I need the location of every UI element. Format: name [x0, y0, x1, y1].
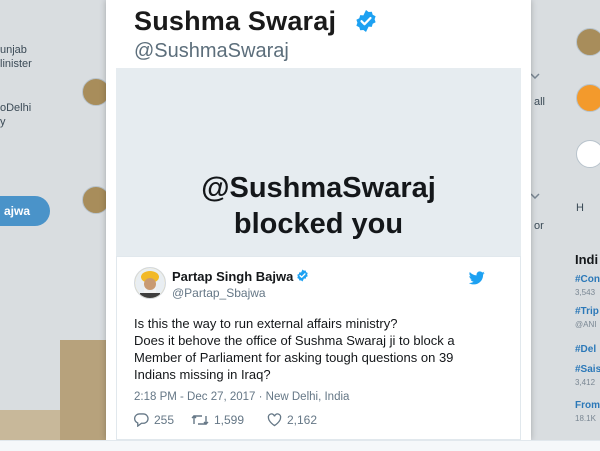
tweet-text-line: Indians missing in Iraq?: [134, 367, 271, 382]
bg-text: y: [0, 116, 6, 128]
like-button[interactable]: 2,162: [267, 413, 317, 427]
trend-count: 3,543: [575, 288, 596, 297]
trend-item[interactable]: #Del: [575, 344, 596, 355]
tweet-text-line: Member of Parliament for asking tough qu…: [134, 350, 454, 365]
reply-button[interactable]: 255: [134, 413, 174, 427]
bottom-strip: [0, 440, 600, 451]
background-left-column: unjab linister oDelhi y ajwa: [0, 0, 110, 450]
bg-text: oDelhi: [0, 102, 32, 114]
avatar: [576, 140, 600, 168]
blocked-notice-handle: @SushmaSwaraj: [201, 172, 436, 204]
bg-text: unjab: [0, 44, 27, 56]
background-image: [0, 410, 60, 440]
trends-heading: Indi: [575, 252, 599, 267]
background-button[interactable]: ajwa: [0, 196, 50, 226]
retweet-count: 1,599: [214, 413, 245, 427]
retweet-icon: [191, 415, 209, 425]
avatar: [576, 28, 600, 56]
chevron-down-icon[interactable]: [530, 186, 548, 200]
trend-item[interactable]: From: [575, 400, 600, 411]
trend-count: 18.1K: [575, 414, 596, 423]
profile-name: Sushma Swaraj: [134, 6, 337, 36]
tweet-text: Is this the way to run external affairs …: [134, 315, 514, 383]
embedded-tweet[interactable]: Partap Singh Bajwa @Partap_Sbajwa Is thi…: [116, 256, 521, 440]
photo-card: Sushma Swaraj @SushmaSwaraj @SushmaSwara…: [106, 0, 531, 440]
trend-count: @ANI: [575, 320, 597, 329]
profile-handle: @SushmaSwaraj: [134, 40, 289, 62]
trend-count: 3,412: [575, 378, 596, 387]
trend-item[interactable]: #Sais: [575, 364, 600, 375]
blocked-notice-panel: @SushmaSwaraj blocked you: [116, 68, 521, 256]
trend-item[interactable]: #Trip: [575, 306, 599, 317]
retweet-button[interactable]: 1,599: [191, 413, 244, 427]
verified-badge-icon: [297, 269, 308, 282]
reply-icon: [134, 413, 149, 427]
reply-count: 255: [154, 413, 175, 427]
trend-item[interactable]: #Con: [575, 274, 600, 285]
tweet-author-name[interactable]: Partap Singh Bajwa: [172, 269, 293, 284]
blocked-notice-text: blocked you: [233, 208, 404, 240]
chevron-down-icon[interactable]: [530, 66, 548, 80]
bg-text: all: [534, 96, 546, 108]
avatar[interactable]: [134, 267, 166, 299]
verified-badge-icon: [356, 10, 376, 32]
tweet-author-handle[interactable]: @Partap_Sbajwa: [172, 286, 266, 300]
bg-text: linister: [0, 58, 32, 70]
tweet-text-line: Is this the way to run external affairs …: [134, 316, 398, 331]
bg-text: or: [534, 220, 544, 232]
like-count: 2,162: [287, 413, 318, 427]
bg-text: H: [576, 202, 584, 214]
tweet-text-line: Does it behove the office of Sushma Swar…: [134, 333, 455, 348]
avatar: [576, 84, 600, 112]
tweet-timestamp-location[interactable]: 2:18 PM - Dec 27, 2017 · New Delhi, Indi…: [134, 391, 349, 403]
heart-icon: [267, 413, 282, 427]
twitter-bird-icon[interactable]: [469, 271, 485, 285]
background-image: [60, 340, 108, 440]
